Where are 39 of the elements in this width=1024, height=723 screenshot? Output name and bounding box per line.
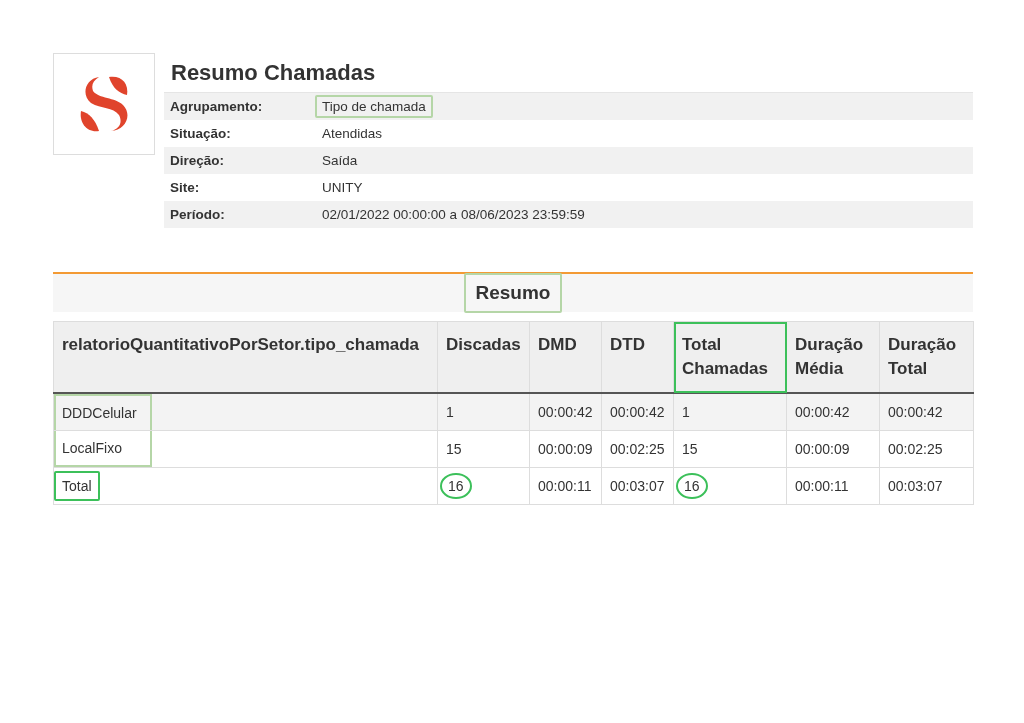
table-cell: 00:00:11 (786, 467, 880, 505)
table-cell: 16 (673, 467, 787, 505)
column-header: DMD (529, 321, 602, 393)
table-cell: 00:00:42 (529, 393, 602, 431)
filter-label: Período: (169, 207, 226, 222)
filter-label: Agrupamento: (169, 99, 264, 114)
filter-label: Direção: (169, 153, 226, 168)
section-title: Resumo (463, 273, 563, 313)
table-cell: 00:00:09 (786, 430, 880, 468)
logo-icon (79, 75, 129, 133)
column-header: relatorioQuantitativoPorSetor.tipo_chamada (53, 321, 438, 393)
table-cell: 00:03:07 (879, 467, 974, 505)
table-cell: 00:02:25 (601, 430, 674, 468)
table-cell: 00:02:25 (879, 430, 974, 468)
filter-value: Saída (321, 152, 359, 170)
filter-value: Atendidas (321, 125, 384, 143)
table-cell: 00:00:42 (879, 393, 974, 431)
column-header: Duração Média (786, 321, 880, 393)
filter-value: UNITY (321, 179, 364, 197)
filter-value: 02/01/2022 00:00:00 a 08/06/2023 23:59:59 (321, 206, 586, 224)
table-cell: 1 (673, 393, 787, 431)
table-cell: 16 (437, 467, 530, 505)
column-header: Discadas (437, 321, 530, 393)
table-cell: 00:00:42 (601, 393, 674, 431)
table-cell: 00:03:07 (601, 467, 674, 505)
table-cell: 00:00:42 (786, 393, 880, 431)
table-cell: 1 (437, 393, 530, 431)
table-cell: 00:00:11 (529, 467, 602, 505)
column-header: DTD (601, 321, 674, 393)
filter-label: Site: (169, 180, 201, 195)
table-cell: 15 (673, 430, 787, 468)
filter-value: Tipo de chamada (315, 95, 433, 118)
filter-label: Situação: (169, 126, 232, 141)
table-cell: Total (53, 467, 438, 505)
column-header: Total Chamadas (673, 321, 787, 393)
column-header: Duração Total (879, 321, 974, 393)
table-cell: 00:00:09 (529, 430, 602, 468)
table-cell: 15 (437, 430, 530, 468)
table-cell: DDDCelular (53, 393, 438, 431)
